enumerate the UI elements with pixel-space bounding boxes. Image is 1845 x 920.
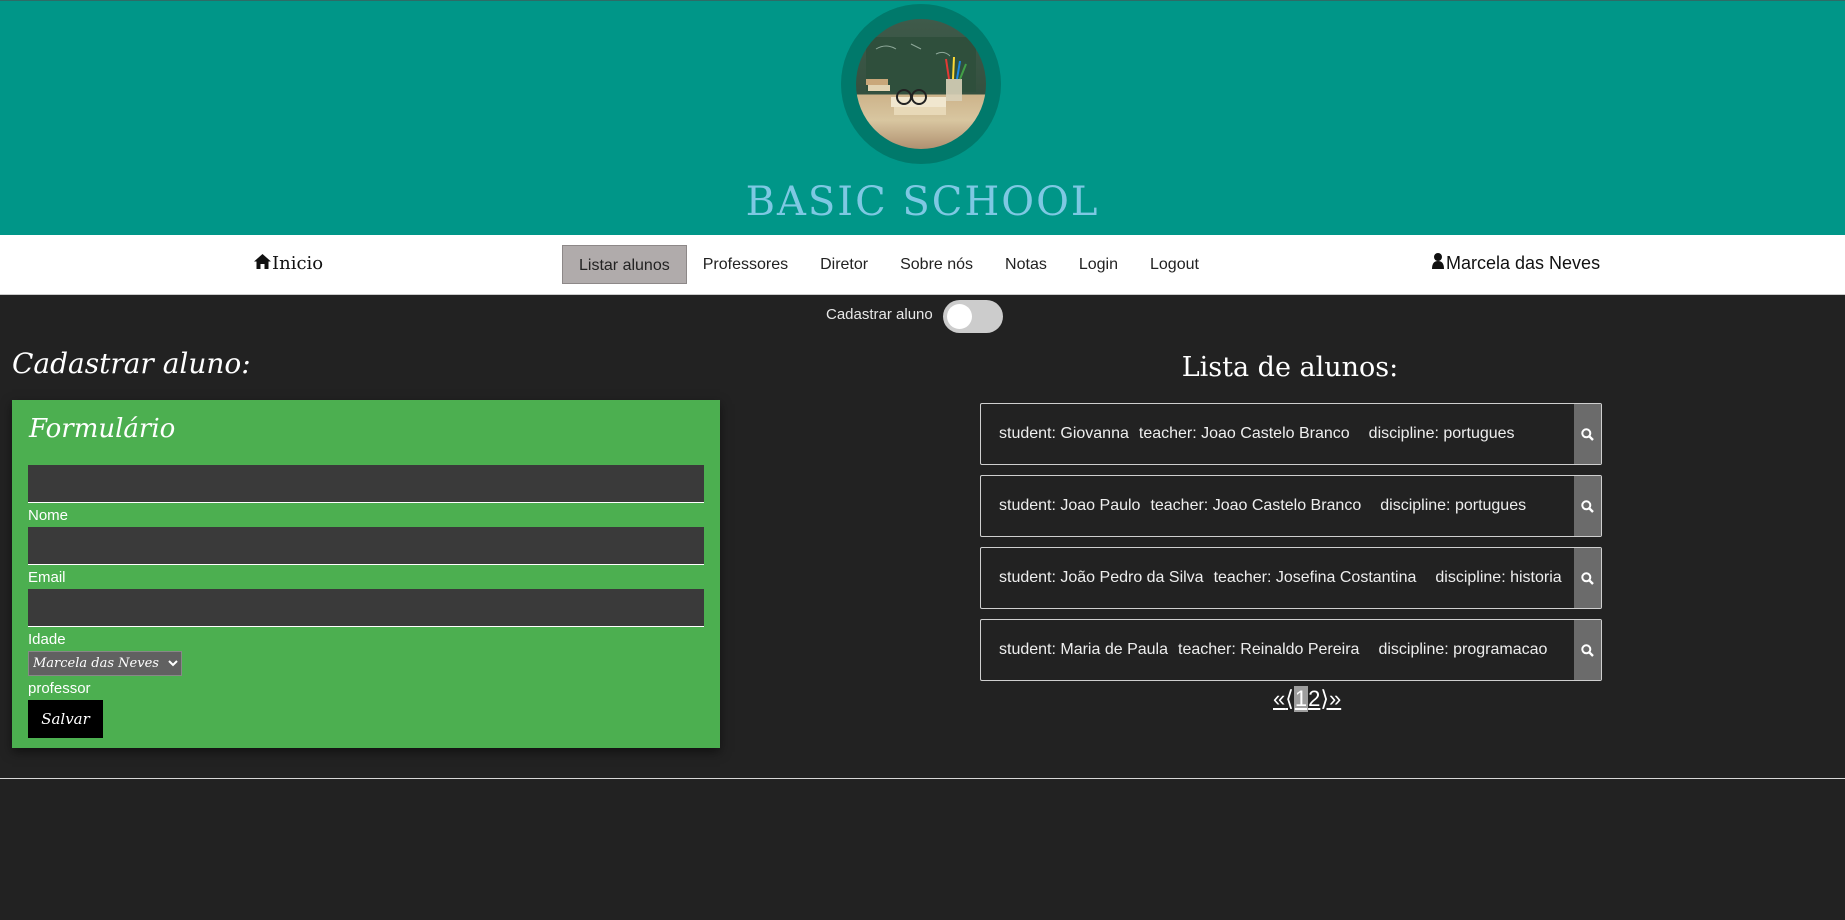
- teacher-label: professor: [28, 680, 91, 697]
- nav-home-link[interactable]: Inicio: [254, 253, 323, 274]
- form-card-title: Formulário: [29, 414, 176, 444]
- student-teacher: teacher: Joao Castelo Branco: [1138, 425, 1350, 442]
- student-card-text: student: Maria de Paula teacher: Reinald…: [981, 641, 1574, 659]
- register-form: Formulário Nome Email Idade Marcela das …: [12, 400, 720, 748]
- student-list: student: Giovanna teacher: Joao Castelo …: [980, 403, 1602, 691]
- user-icon: [1432, 253, 1444, 274]
- search-icon: [1581, 499, 1594, 513]
- search-icon: [1581, 571, 1594, 585]
- student-card: student: Maria de Paula teacher: Reinald…: [980, 619, 1602, 681]
- nav-link-notas[interactable]: Notas: [989, 245, 1063, 284]
- user-name: Marcela das Neves: [1446, 253, 1601, 273]
- student-card-text: student: João Pedro da Silva teacher: Jo…: [981, 569, 1574, 587]
- page-first-link[interactable]: «: [1273, 686, 1285, 712]
- nav-link-login[interactable]: Login: [1063, 245, 1134, 284]
- page-next-link[interactable]: ⟩: [1320, 686, 1329, 712]
- register-toggle-label: Cadastrar aluno: [826, 306, 933, 323]
- page-prev-link[interactable]: ⟨: [1285, 686, 1294, 712]
- nav-link-diretor[interactable]: Diretor: [804, 245, 884, 284]
- search-icon: [1581, 427, 1594, 441]
- logo-image: [856, 19, 986, 149]
- site-header: BASIC SCHOOL: [0, 0, 1845, 235]
- nav-links: Listar alunos Professores Diretor Sobre …: [562, 245, 1215, 284]
- name-field[interactable]: [28, 465, 704, 503]
- student-teacher: teacher: Joao Castelo Branco: [1150, 497, 1362, 514]
- student-search-button[interactable]: [1574, 476, 1601, 536]
- save-button[interactable]: Salvar: [28, 700, 103, 738]
- pagination: « ⟨ 1 2 ⟩ »: [1273, 686, 1341, 712]
- page-last-link[interactable]: »: [1329, 686, 1341, 712]
- student-teacher: teacher: Josefina Costantina: [1213, 569, 1417, 586]
- page-1-link[interactable]: 1: [1293, 686, 1309, 712]
- student-search-button[interactable]: [1574, 620, 1601, 680]
- email-field[interactable]: [28, 527, 704, 565]
- home-icon: [254, 253, 271, 274]
- register-toggle-row: Cadastrar aluno: [826, 300, 1003, 333]
- email-label: Email: [28, 569, 66, 586]
- nav-link-professores[interactable]: Professores: [687, 245, 804, 284]
- student-card: student: João Pedro da Silva teacher: Jo…: [980, 547, 1602, 609]
- student-discipline: discipline: portugues: [1380, 497, 1527, 514]
- logo: [841, 4, 1001, 164]
- footer-divider: [0, 778, 1845, 779]
- student-list-heading: Lista de alunos:: [1181, 352, 1399, 383]
- form-heading: Cadastrar aluno:: [12, 347, 251, 380]
- student-name: student: João Pedro da Silva: [999, 569, 1204, 586]
- student-card: student: Joao Paulo teacher: Joao Castel…: [980, 475, 1602, 537]
- student-search-button[interactable]: [1574, 548, 1601, 608]
- name-label: Nome: [28, 507, 69, 524]
- main-navbar: Inicio Listar alunos Professores Diretor…: [0, 235, 1845, 295]
- nav-link-listar-alunos[interactable]: Listar alunos: [562, 245, 687, 284]
- student-name: student: Giovanna: [999, 425, 1129, 442]
- nav-link-sobre-nos[interactable]: Sobre nós: [884, 245, 989, 284]
- student-discipline: discipline: programacao: [1378, 641, 1548, 658]
- register-toggle-switch[interactable]: [942, 300, 1003, 333]
- student-name: student: Joao Paulo: [999, 497, 1141, 514]
- nav-home-label: Inicio: [272, 253, 324, 274]
- search-icon: [1581, 643, 1594, 657]
- nav-user[interactable]: Marcela das Neves: [1432, 253, 1600, 274]
- student-card-text: student: Joao Paulo teacher: Joao Castel…: [981, 497, 1574, 515]
- student-discipline: discipline: historia: [1435, 569, 1562, 586]
- student-teacher: teacher: Reinaldo Pereira: [1178, 641, 1360, 658]
- page-2-link[interactable]: 2: [1308, 686, 1320, 712]
- teacher-select[interactable]: Marcela das Neves: [28, 651, 182, 676]
- site-title: BASIC SCHOOL: [745, 179, 1100, 225]
- student-card-text: student: Giovanna teacher: Joao Castelo …: [981, 425, 1574, 443]
- nav-link-logout[interactable]: Logout: [1134, 245, 1215, 284]
- student-name: student: Maria de Paula: [999, 641, 1168, 658]
- student-card: student: Giovanna teacher: Joao Castelo …: [980, 403, 1602, 465]
- student-search-button[interactable]: [1574, 404, 1601, 464]
- age-label: Idade: [28, 631, 66, 648]
- toggle-knob: [946, 304, 972, 329]
- student-discipline: discipline: portugues: [1368, 425, 1515, 442]
- age-field[interactable]: [28, 589, 704, 627]
